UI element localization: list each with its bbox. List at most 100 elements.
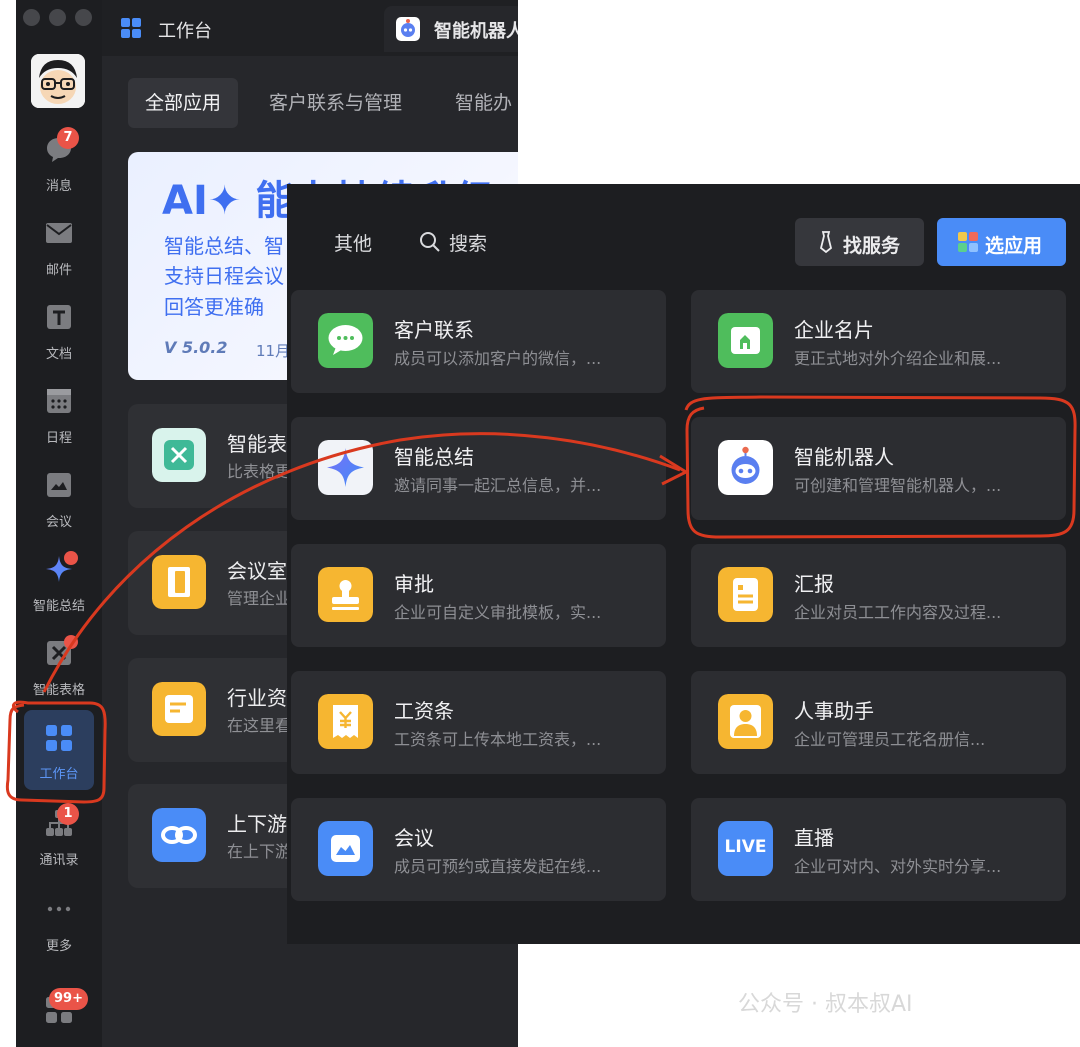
tab-others[interactable]: 其他	[334, 229, 372, 256]
window-close-button[interactable]	[23, 9, 40, 26]
sidebar-item-workbench[interactable]: 工作台	[24, 710, 94, 790]
top-tab-bar: 工作台 智能机器人	[102, 0, 518, 56]
mail-icon	[46, 223, 72, 243]
tab-all-apps[interactable]: 全部应用	[128, 78, 239, 128]
app-desc: 管理企业	[227, 589, 292, 608]
find-service-button[interactable]: 找服务	[795, 218, 924, 266]
payslip-icon	[318, 694, 373, 749]
app-card-hr-assistant[interactable]: 人事助手 企业可管理员工花名册信...	[691, 671, 1066, 774]
banner-line: 回答更准确	[164, 295, 264, 319]
sidebar-item-more[interactable]: 更多	[16, 894, 102, 974]
robot-icon	[396, 17, 420, 41]
search-icon	[420, 232, 440, 252]
tab-label: 智能机器人	[434, 21, 518, 42]
banner-date: 11月	[256, 342, 291, 360]
person-icon	[718, 694, 773, 749]
sidebar-label: 邮件	[45, 263, 72, 278]
watermark-text: 公众号 · 叔本叔AI	[738, 992, 913, 1017]
workbench-grid-icon	[121, 18, 141, 38]
sidebar-item-docs[interactable]: 文档	[16, 302, 102, 382]
message-count-badge: 7	[57, 127, 79, 149]
robot-icon	[718, 440, 773, 495]
sidebar-label: 通讯录	[39, 853, 79, 868]
bottom-count-badge: 99+	[49, 988, 88, 1010]
tab-smart-robot[interactable]: 智能机器人	[384, 6, 518, 52]
app-desc: 企业可对内、对外实时分享...	[794, 857, 1002, 876]
app-title: 上下游	[227, 812, 287, 836]
app-title: 智能机器人	[794, 445, 894, 469]
sidebar-item-smart-sheet[interactable]: 智能表格	[16, 638, 102, 718]
app-card-customer-contact[interactable]: 客户联系 成员可以添加客户的微信，...	[291, 290, 666, 393]
app-card-approval[interactable]: 审批 企业可自定义审批模板，实...	[291, 544, 666, 647]
button-label: 选应用	[985, 235, 1043, 257]
window-minimize-button[interactable]	[49, 9, 66, 26]
choose-app-button[interactable]: 选应用	[937, 218, 1066, 266]
sidebar-label: 智能表格	[32, 683, 85, 698]
app-desc: 更正式地对外介绍企业和展...	[794, 349, 1002, 368]
app-title: 会议室	[227, 559, 287, 583]
sidebar-item-smart-summary[interactable]: 智能总结	[16, 554, 102, 634]
window-zoom-button[interactable]	[75, 9, 92, 26]
tab-smart-office[interactable]: 智能办	[455, 78, 512, 128]
document-icon	[47, 305, 71, 329]
sidebar-item-meeting[interactable]: 会议	[16, 470, 102, 550]
app-card-report[interactable]: 汇报 企业对员工工作内容及过程...	[691, 544, 1066, 647]
app-desc: 企业对员工工作内容及过程...	[794, 603, 1002, 622]
banner-line: 智能总结、智	[164, 234, 284, 258]
sidebar-label: 会议	[45, 515, 72, 530]
app-card-payslip[interactable]: 工资条 工资条可上传本地工资表，...	[291, 671, 666, 774]
avatar[interactable]	[31, 54, 85, 108]
colorful-grid-icon	[958, 232, 978, 252]
tab-customer-management[interactable]: 客户联系与管理	[269, 78, 402, 128]
app-title: 行业资	[227, 686, 287, 710]
app-card-smart-summary[interactable]: 智能总结 邀请同事一起汇总信息，并...	[291, 417, 666, 520]
meeting-room-door-icon	[152, 555, 206, 609]
app-title: 会议	[394, 826, 434, 850]
new-feature-dot	[64, 635, 78, 649]
tab-workbench[interactable]: 工作台	[102, 0, 380, 56]
sidebar-label: 智能总结	[32, 599, 85, 614]
sidebar-label: 文档	[45, 347, 72, 362]
calendar-icon	[47, 389, 71, 413]
sidebar-item-messages[interactable]: 消息	[16, 134, 102, 214]
sidebar-label: 更多	[45, 939, 72, 954]
banner-version: V 5.0.2	[164, 338, 228, 357]
app-desc: 成员可预约或直接发起在线...	[394, 857, 602, 876]
app-desc: 工资条可上传本地工资表，...	[394, 730, 602, 749]
live-icon-text: LIVE	[724, 837, 767, 857]
app-desc: 可创建和管理智能机器人，...	[794, 476, 1002, 495]
app-desc: 在上下游	[227, 842, 292, 861]
smart-sheet-icon	[152, 428, 206, 482]
new-feature-dot	[64, 551, 78, 565]
button-label: 找服务	[843, 235, 901, 257]
app-title: 直播	[794, 826, 834, 850]
app-card-business-card[interactable]: 企业名片 更正式地对外介绍企业和展...	[691, 290, 1066, 393]
app-card-live-stream[interactable]: LIVE 直播 企业可对内、对外实时分享...	[691, 798, 1066, 901]
app-title: 审批	[394, 572, 434, 596]
live-icon: LIVE	[718, 821, 773, 876]
workbench-grid-icon	[46, 725, 72, 751]
app-title: 企业名片	[794, 318, 874, 342]
category-tabs: 全部应用 客户联系与管理 智能办	[128, 78, 518, 128]
app-card-meeting[interactable]: 会议 成员可预约或直接发起在线...	[291, 798, 666, 901]
tie-icon	[819, 231, 833, 253]
app-desc: 在这里看	[227, 716, 292, 735]
tab-label: 工作台	[158, 21, 212, 42]
app-title: 汇报	[794, 572, 834, 596]
sparkle-icon	[318, 440, 373, 495]
app-desc: 邀请同事一起汇总信息，并...	[394, 476, 602, 495]
wechat-bubble-icon	[318, 313, 373, 368]
meeting-icon	[47, 473, 71, 497]
sidebar-item-mail[interactable]: 邮件	[16, 218, 102, 298]
report-document-icon	[718, 567, 773, 622]
sidebar-item-calendar[interactable]: 日程	[16, 386, 102, 466]
industry-news-icon	[152, 682, 206, 736]
app-card-smart-robot[interactable]: 智能机器人 可创建和管理智能机器人，...	[691, 417, 1066, 520]
app-title: 人事助手	[794, 699, 874, 723]
app-desc: 企业可自定义审批模板，实...	[394, 603, 602, 622]
more-dots-icon	[47, 906, 71, 912]
app-title: 客户联系	[394, 318, 474, 342]
app-picker-panel: 其他 搜索 找服务 选应用 客户联系 成员可以添加客户的微信，... 企业名片 …	[287, 184, 1080, 944]
app-title: 智能表	[227, 432, 287, 456]
contacts-count-badge: 1	[57, 803, 79, 825]
